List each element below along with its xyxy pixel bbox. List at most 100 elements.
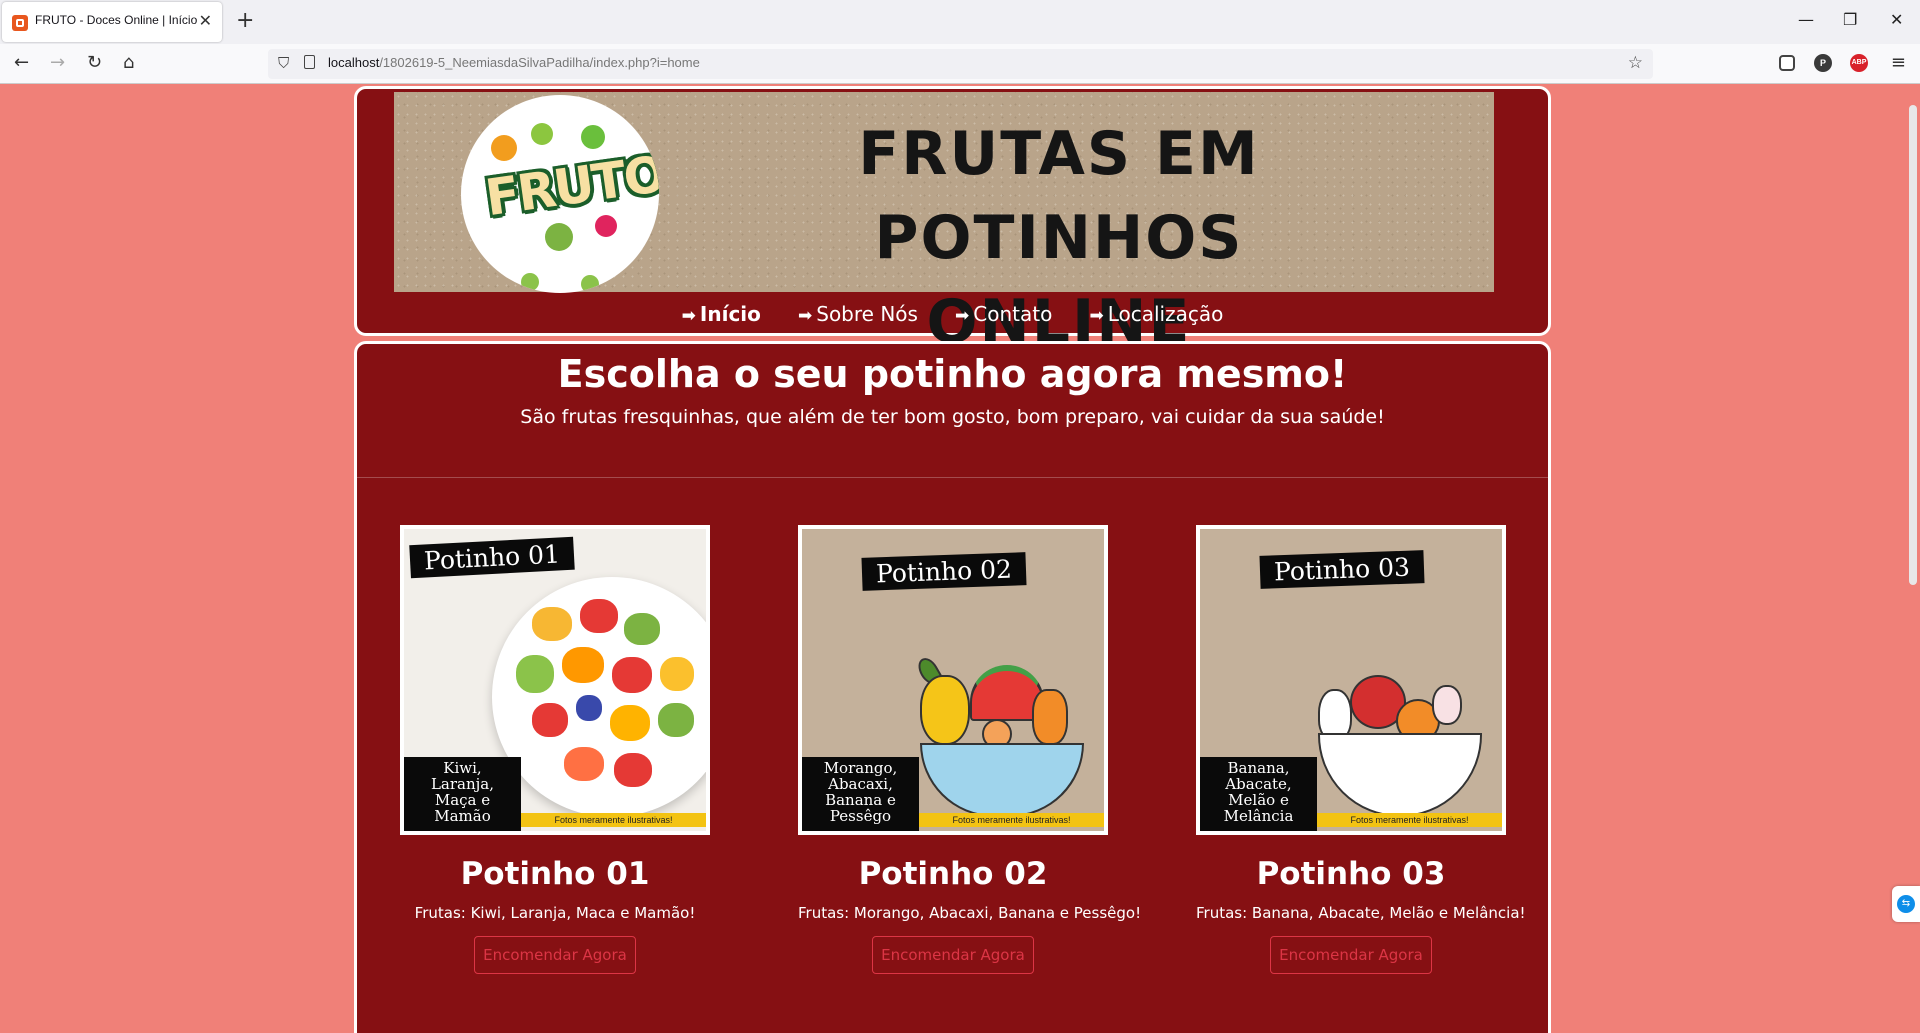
profile-extension-icon[interactable]: P [1814,54,1832,72]
papaya-icon [1032,689,1068,745]
product-badge: Potinho 03 [1259,550,1425,589]
arrow-right-icon: ➡ [681,306,696,326]
products-card: Escolha o seu potinho agora mesmo! São f… [354,341,1551,1033]
menu-item-localizacao[interactable]: ➡ Localização [1089,299,1223,331]
bowl-icon [1318,733,1482,817]
fruit-label: Morango, Abacaxi, Banana e Pessêgo [802,757,919,831]
navigation-bar: ← → ↻ ⌂ ⛉ localhost/1802619-5_NeemiasdaS… [0,44,1920,84]
new-tab-button[interactable]: + [236,9,254,33]
order-button[interactable]: Encomendar Agora [1270,936,1432,974]
scrollbar-thumb[interactable] [1909,105,1917,585]
fruit-label-line: Abacate, [1225,775,1292,793]
fruit-label-line: Pessêgo [829,807,892,825]
product-description: Frutas: Banana, Abacate, Melão e Melânci… [1196,904,1526,922]
product-card: Potinho 01 Kiwi, Laranja, Maça e Mamão F… [400,525,710,974]
product-description: Frutas: Kiwi, Laranja, Maca e Mamão! [414,904,696,922]
shield-icon[interactable]: ⛉ [278,54,289,72]
apple-slice-icon [1432,685,1462,725]
menu-item-inicio[interactable]: ➡ Início [682,299,761,331]
tab-close-icon[interactable]: ✕ [199,11,212,31]
product-photo[interactable]: Potinho 01 Kiwi, Laranja, Maça e Mamão F… [400,525,710,835]
arrow-right-icon: ➡ [1089,306,1104,326]
arrow-right-icon: ➡ [955,306,970,326]
back-icon[interactable]: ← [14,52,29,74]
menu-item-contato[interactable]: ➡ Contato [955,299,1052,331]
fruit-label: Kiwi, Laranja, Maça e Mamão [404,757,521,831]
forward-icon[interactable]: → [50,52,65,74]
product-name: Potinho 02 [858,856,1048,892]
kiwi-icon [581,125,605,149]
section-divider [357,477,1548,478]
fruit-label-line: Melão e [1228,791,1289,809]
fruit-label-line: Banana, [1227,759,1290,777]
restore-button[interactable]: ❐ [1843,10,1857,30]
close-window-button[interactable]: ✕ [1890,10,1903,30]
pineapple-icon [920,675,970,745]
fruto-logo[interactable]: FRUTO [461,95,659,293]
berry-icon [581,275,599,293]
product-badge: Potinho 01 [409,536,575,579]
menu-item-label: Sobre Nós [816,302,918,326]
product-photo[interactable]: Potinho 02 Morango, Abacaxi, Banana e Pe… [798,525,1108,835]
fruit-label-line: Abacaxi, [828,775,893,793]
berry-icon [521,273,539,291]
fruit-label-line: Melância [1223,807,1294,825]
order-button[interactable]: Encomendar Agora [872,936,1034,974]
favicon-icon [12,15,28,31]
teamviewer-icon: ⇆ [1897,895,1915,913]
browser-chrome: FRUTO - Doces Online | Início ✕ + — ❐ ✕ … [0,0,1920,84]
product-badge: Potinho 02 [861,552,1027,591]
menu-item-sobre-nos[interactable]: ➡ Sobre Nós [798,299,918,331]
pocket-icon[interactable] [1779,55,1795,71]
bookmark-star-icon[interactable]: ☆ [1628,53,1643,73]
header-card: FRUTO FRUTAS EM POTINHOS ONLINE ➡ Início … [354,86,1551,357]
order-button[interactable]: Encomendar Agora [474,936,636,974]
menu-item-label: Contato [973,302,1053,326]
product-name: Potinho 01 [460,856,650,892]
bowl-icon [920,743,1084,817]
product-card: Potinho 02 Morango, Abacaxi, Banana e Pe… [798,525,1142,974]
fruit-label-line: Maça e [434,791,491,809]
hero-title: Escolha o seu potinho agora mesmo! [557,352,1348,396]
page-viewport: FRUTO FRUTAS EM POTINHOS ONLINE ➡ Início … [0,85,1920,1033]
lime-icon [531,123,553,145]
fruit-label-line: Kiwi, [443,759,482,777]
url-path: /1802619-5_NeemiasdaSilvaPadilha/index.p… [379,55,700,70]
banner-title-line: FRUTAS EM POTINHOS [858,119,1260,273]
disclaimer-tag: Fotos meramente ilustrativas! [521,813,706,827]
fruit-label-line: Morango, [823,759,898,777]
fruit-label-line: Mamão [434,807,491,825]
browser-tab[interactable]: FRUTO - Doces Online | Início ✕ [2,2,222,42]
page-icon [304,55,315,69]
adblock-icon[interactable]: ABP [1850,54,1868,72]
disclaimer-tag: Fotos meramente ilustrativas! [1317,813,1502,827]
disclaimer-tag: Fotos meramente ilustrativas! [919,813,1104,827]
url-bar[interactable]: ⛉ localhost/1802619-5_NeemiasdaSilvaPadi… [268,49,1653,79]
product-name: Potinho 03 [1256,856,1446,892]
minimize-button[interactable]: — [1798,10,1814,30]
home-icon[interactable]: ⌂ [123,52,134,74]
reload-icon[interactable]: ↻ [87,52,102,74]
url-host: localhost [328,55,380,70]
fruit-label-line: Laranja, [430,775,495,793]
menu-item-label: Localização [1107,302,1224,326]
teamviewer-widget[interactable]: ⇆ [1892,886,1920,922]
url-text[interactable]: localhost/1802619-5_NeemiasdaSilvaPadilh… [328,55,700,70]
hero-subtitle: São frutas fresquinhas, que além de ter … [520,406,1385,428]
fruit-label: Banana, Abacate, Melão e Melância [1200,757,1317,831]
product-description: Frutas: Morango, Abacaxi, Banana e Pessê… [798,904,1142,922]
arrow-right-icon: ➡ [798,306,813,326]
menu-icon[interactable]: ≡ [1891,52,1906,73]
fruit-salad-bowl [492,577,706,817]
menu-item-label: Início [699,302,761,326]
tab-title: FRUTO - Doces Online | Início [35,13,198,27]
product-card: Potinho 03 Banana, Abacate, Melão e Melâ… [1196,525,1526,974]
orange-icon [491,135,517,161]
raspberry-icon [595,215,617,237]
header-banner: FRUTO FRUTAS EM POTINHOS ONLINE [394,92,1494,357]
grapes-icon [545,223,573,251]
product-photo[interactable]: Potinho 03 Banana, Abacate, Melão e Melâ… [1196,525,1506,835]
main-menu: ➡ Início ➡ Sobre Nós ➡ Contato ➡ Localização [357,299,1548,329]
fruit-label-line: Banana e [825,791,896,809]
tab-bar: FRUTO - Doces Online | Início ✕ + — ❐ ✕ [0,0,1920,44]
